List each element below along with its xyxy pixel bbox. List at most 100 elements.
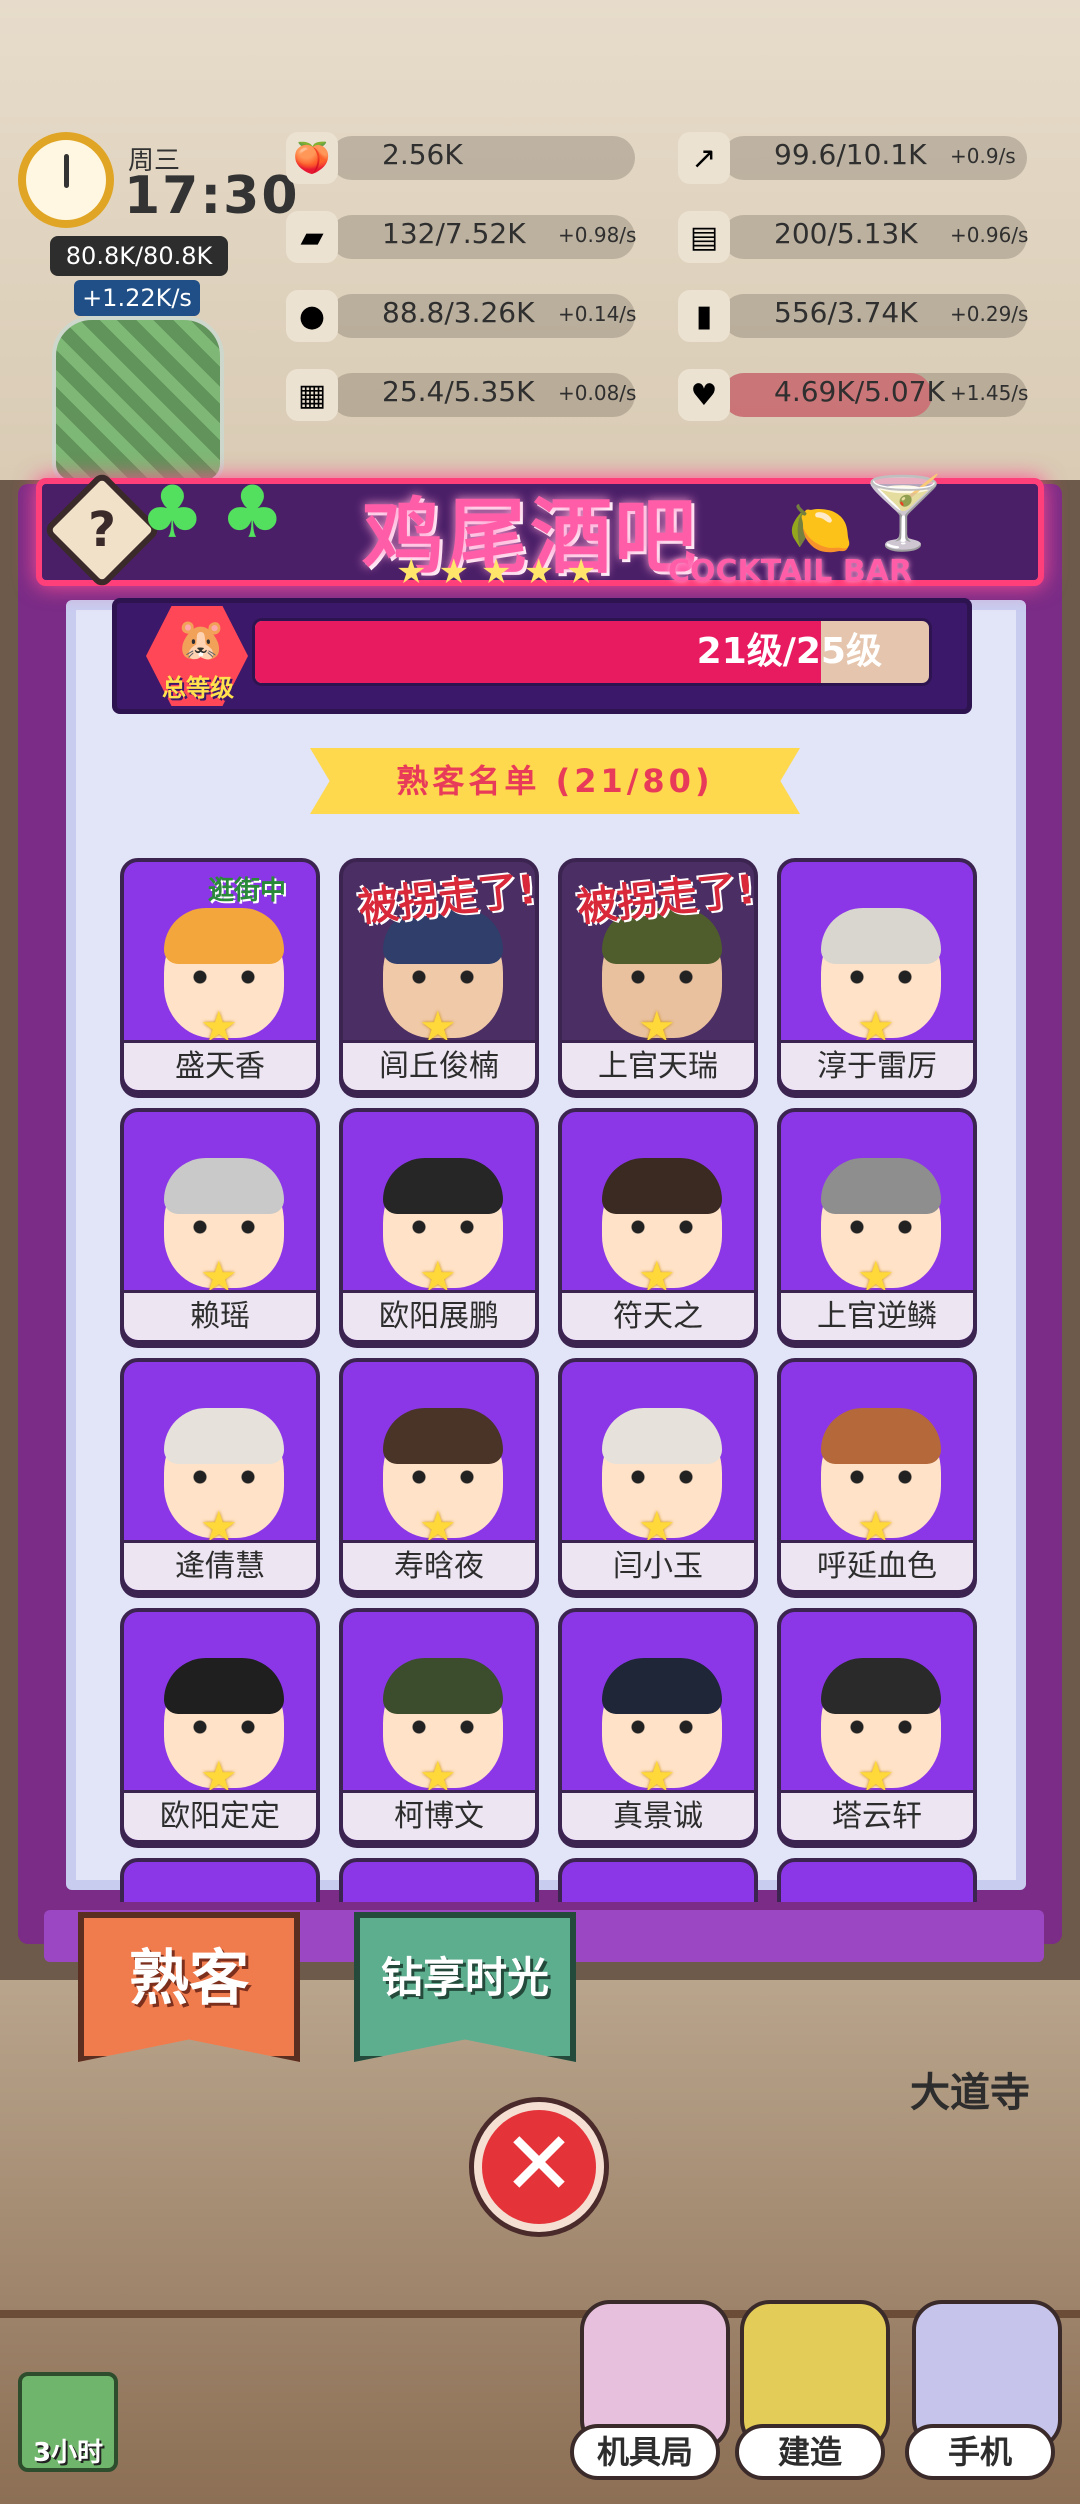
customer-card[interactable]: ★ 闫小玉 [558, 1358, 758, 1594]
street-sign: 大道寺 [910, 2070, 1030, 2116]
avatar-hair [164, 1658, 284, 1714]
customer-card[interactable] [120, 1858, 320, 1902]
resource-row: ▮ 556/3.74K +0.29/s [678, 290, 1038, 342]
resource-value: 132/7.52K [382, 217, 526, 250]
customer-card[interactable]: ★ 柯博文 [339, 1608, 539, 1844]
money-jar-icon[interactable] [52, 316, 224, 484]
customer-name: 闫小玉 [562, 1540, 754, 1590]
cash-rate: +1.22K/s [74, 280, 200, 316]
customer-card[interactable]: ★ 被拐走了! 闾丘俊楠 [339, 858, 539, 1094]
customer-card[interactable]: ★ 逛街中 盛天香 [120, 858, 320, 1094]
avatar-eyes [628, 1470, 696, 1484]
list-title: 熟客名单 (21/80) [396, 762, 714, 800]
close-icon[interactable]: ✕ [474, 2102, 604, 2232]
palm-tree-icon: ♣ [140, 470, 205, 554]
machine-bureau-label[interactable]: 机具局 [570, 2424, 720, 2480]
resource-value: 25.4/5.35K [382, 375, 535, 408]
resource-row: ▤ 200/5.13K +0.96/s [678, 211, 1038, 263]
customer-card[interactable] [339, 1858, 539, 1902]
question-icon[interactable]: ? [60, 488, 144, 572]
lemon-icon: 🍋 [788, 499, 853, 559]
book-icon[interactable]: ▤ [678, 211, 730, 263]
cash-capacity: 80.8K/80.8K [50, 236, 228, 276]
customer-card[interactable]: ★ 上官逆鳞 [777, 1108, 977, 1344]
avatar-hair [383, 1158, 503, 1214]
customer-name: 闾丘俊楠 [343, 1040, 535, 1090]
resource-rate: +0.96/s [950, 223, 1029, 247]
resource-row: ▰ 132/7.52K +0.98/s [286, 211, 646, 263]
customer-name: 柯博文 [343, 1790, 535, 1840]
resource-bar [330, 136, 635, 180]
chocolate-icon[interactable]: ▦ [286, 369, 338, 421]
customer-name: 上官天瑞 [562, 1040, 754, 1090]
customer-card[interactable]: ★ 欧阳展鹏 [339, 1108, 539, 1344]
customer-card[interactable]: ★ 寿晗夜 [339, 1358, 539, 1594]
kidnapped-stamp: 被拐走了! [575, 866, 758, 932]
avatar-eyes [409, 970, 477, 984]
customer-name: 寿晗夜 [343, 1540, 535, 1590]
resource-rate: +0.08/s [558, 381, 637, 405]
customer-grid: ★ 逛街中 盛天香 ★ 被拐走了! 闾丘俊楠 ★ 被拐走了! 上官天瑞 ★ 淳于雷厉 ★ 赖瑶 ★ 欧阳展鹏… [120, 858, 980, 1902]
clock-icon [18, 132, 114, 228]
resource-value: 99.6/10.1K [774, 138, 927, 171]
customer-name: 欧阳展鹏 [343, 1290, 535, 1340]
avatar-hair [164, 908, 284, 964]
customer-card[interactable]: ★ 逄倩慧 [120, 1358, 320, 1594]
customer-card[interactable]: ★ 被拐走了! 上官天瑞 [558, 858, 758, 1094]
customer-card[interactable] [777, 1858, 977, 1902]
avatar-hair [602, 1408, 722, 1464]
resource-value: 88.8/3.26K [382, 296, 535, 329]
avatar-eyes [628, 1220, 696, 1234]
avatar-hair [821, 908, 941, 964]
avatar-eyes [190, 1220, 258, 1234]
resource-rate: +0.14/s [558, 302, 637, 326]
customer-name: 塔云轩 [781, 1790, 973, 1840]
avatar-hair [602, 1658, 722, 1714]
gold-bar-icon[interactable]: ▰ [286, 211, 338, 263]
resource-rate: +0.29/s [950, 302, 1029, 326]
customer-name: 逄倩慧 [124, 1540, 316, 1590]
customer-name: 真景诚 [562, 1790, 754, 1840]
customer-card[interactable]: ★ 呼延血色 [777, 1358, 977, 1594]
kidnapped-stamp: 被拐走了! [356, 866, 539, 932]
avatar-eyes [190, 1470, 258, 1484]
avatar-eyes [409, 1220, 477, 1234]
customer-card[interactable]: ★ 欧阳定定 [120, 1608, 320, 1844]
avatar-eyes [628, 970, 696, 984]
level-badge-label: 总等级 [162, 674, 234, 702]
customer-name: 欧阳定定 [124, 1790, 316, 1840]
avatar-eyes [190, 1720, 258, 1734]
peach-icon[interactable]: 🍑 [286, 132, 338, 184]
customer-card[interactable]: ★ 塔云轩 [777, 1608, 977, 1844]
level-progress-text: 21级/25级 [696, 631, 882, 672]
phone-label[interactable]: 手机 [905, 2424, 1055, 2480]
palm-tree-icon: ♣ [220, 470, 285, 554]
avatar-hair [821, 1408, 941, 1464]
tab-vip-time-label[interactable]: 钻享时光 [354, 1944, 576, 2005]
heart-icon[interactable]: ♥ [678, 369, 730, 421]
rating-stars: ★★★★★ [396, 552, 609, 592]
avatar-eyes [409, 1470, 477, 1484]
build-label[interactable]: 建造 [735, 2424, 885, 2480]
customer-name: 赖瑶 [124, 1290, 316, 1340]
customer-card[interactable]: ★ 符天之 [558, 1108, 758, 1344]
panel-subtitle: COCKTAIL BAR [668, 554, 913, 589]
customer-card[interactable]: ★ 淳于雷厉 [777, 858, 977, 1094]
customer-card[interactable]: ★ 真景诚 [558, 1608, 758, 1844]
offline-timer-label[interactable]: 3小时 [18, 2432, 118, 2469]
cocktail-glass-icon: 🍸 [860, 472, 948, 554]
avatar-eyes [628, 1720, 696, 1734]
bottle-icon[interactable]: ▮ [678, 290, 730, 342]
coal-icon[interactable]: ● [286, 290, 338, 342]
resource-value: 4.69K/5.07K [774, 375, 945, 408]
tab-regulars-label[interactable]: 熟客 [78, 1930, 300, 2017]
resource-row: 🍑 2.56K [286, 132, 646, 184]
customer-name: 上官逆鳞 [781, 1290, 973, 1340]
time-label: 17:30 [124, 166, 300, 226]
chart-icon[interactable]: ↗ [678, 132, 730, 184]
customer-card[interactable] [558, 1858, 758, 1902]
customer-card[interactable]: ★ 赖瑶 [120, 1108, 320, 1344]
avatar-eyes [847, 1220, 915, 1234]
resource-row: ● 88.8/3.26K +0.14/s [286, 290, 646, 342]
avatar-hair [383, 1408, 503, 1464]
